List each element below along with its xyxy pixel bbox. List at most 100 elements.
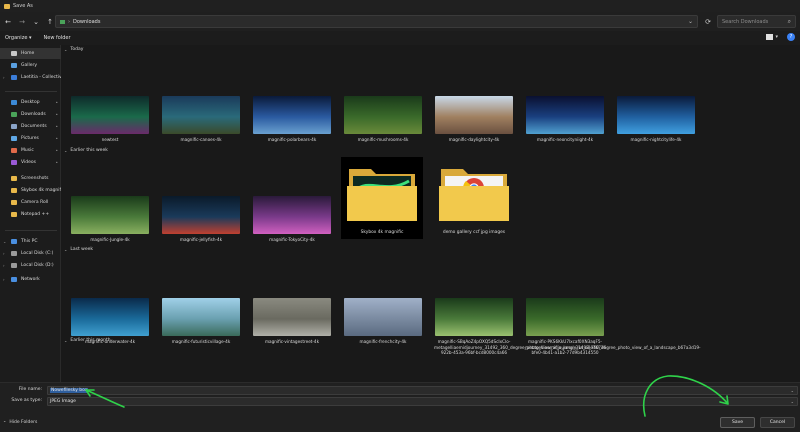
organize-button[interactable]: Organize ▾ — [5, 35, 32, 41]
expand-chevron-icon[interactable]: › — [3, 251, 5, 256]
file-name-input[interactable]: Nowefilesky box ⌄ — [47, 386, 798, 395]
image-thumbnail — [253, 298, 331, 336]
chevron-up-icon: ⌃ — [3, 420, 7, 425]
breadcrumb-downloads[interactable]: Downloads — [73, 19, 100, 25]
new-folder-button[interactable]: New folder — [44, 35, 71, 41]
expand-chevron-icon[interactable]: › — [3, 75, 5, 80]
camera-roll-icon — [11, 200, 17, 205]
sidebar-item-music[interactable]: Music • — [0, 145, 61, 156]
save-panel: File name: Nowefilesky box ⌄ Save as typ… — [0, 382, 800, 432]
file-name: magnific-neoncityniight-4k — [536, 137, 594, 142]
sidebar-item-desktop[interactable]: Desktop • — [0, 97, 61, 108]
sidebar-item-home[interactable]: Home — [0, 48, 61, 59]
sidebar-item-pictures[interactable]: Pictures • — [0, 133, 61, 144]
pictures-icon — [11, 136, 17, 141]
image-thumbnail — [435, 96, 513, 134]
image-thumbnail — [71, 96, 149, 134]
save-type-select[interactable]: JPEG Image ⌄ — [47, 397, 798, 406]
group-header[interactable]: ⌄ Today — [64, 47, 83, 52]
sidebar-item-downloads[interactable]: Downloads • — [0, 109, 61, 120]
save-type-chevron-icon: ⌄ — [790, 399, 794, 404]
back-arrow-icon[interactable]: ← — [2, 16, 14, 28]
sidebar-item-onedrive[interactable]: › Laetitia - Collectivi — [0, 72, 61, 83]
chevron-down-icon: ⌄ — [64, 148, 68, 153]
help-icon[interactable]: ? — [787, 33, 795, 41]
view-options-button[interactable]: ▾ — [766, 34, 778, 40]
sidebar-item-documents[interactable]: Documents • — [0, 121, 61, 132]
file-name: magnific-TokyoCity-4k — [269, 237, 315, 242]
breadcrumb-separator: › — [68, 18, 70, 25]
navigation-pane: Home Gallery › Laetitia - Collectivi Desktop… — [0, 45, 61, 382]
sidebar-item-local-disk-d[interactable]: › Local Disk (D:) — [0, 260, 61, 271]
file-name: magnific-frenchcity-4k — [359, 339, 407, 344]
image-thumbnail — [526, 298, 604, 336]
group-header[interactable]: ⌄ Last week — [64, 247, 93, 252]
sidebar-item-label: Home — [21, 51, 35, 56]
recent-locations-chevron-icon[interactable]: ⌄ — [30, 16, 42, 28]
onedrive-icon — [11, 75, 17, 80]
expand-chevron-icon[interactable]: ⌄ — [3, 239, 6, 244]
sidebar-item-label: Pictures — [21, 136, 39, 141]
sidebar-item-network[interactable]: › Network — [0, 274, 61, 285]
local-disk-d-icon — [11, 263, 17, 268]
folder-item[interactable]: demo gallery ccf jpg images — [433, 157, 515, 239]
sidebar-item-gallery[interactable]: Gallery — [0, 60, 61, 71]
file-name: magnific-Jungle-4k — [90, 237, 130, 242]
sidebar-item-label: Laetitia - Collectivi — [21, 75, 61, 80]
expand-chevron-icon[interactable]: › — [3, 277, 5, 282]
forward-arrow-icon[interactable]: → — [16, 16, 28, 28]
sidebar-item-videos[interactable]: Videos • — [0, 157, 61, 168]
command-toolbar: Organize ▾ New folder ▾ ? — [0, 31, 800, 45]
group-header[interactable]: ⌄ Earlier this week — [64, 148, 108, 153]
chevron-down-icon: ⌄ — [64, 247, 68, 252]
pin-icon: • — [55, 112, 58, 117]
screenshots-icon — [11, 176, 17, 181]
address-bar[interactable]: › Downloads ⌄ — [55, 15, 698, 28]
folder-icon — [439, 169, 509, 221]
sidebar-item-this-pc[interactable]: ⌄ This PC — [0, 236, 61, 247]
window-title: Save As — [13, 3, 33, 9]
file-name: magnific-SBqAoZ4pOXQ5dScIxClo-metagellia… — [434, 339, 608, 355]
sidebar-item-camera-roll[interactable]: Camera Roll — [0, 197, 61, 208]
group-label: Today — [70, 47, 84, 52]
file-name-dropdown-chevron-icon[interactable]: ⌄ — [791, 388, 794, 393]
image-thumbnail — [526, 96, 604, 134]
sidebar-item-label: Gallery — [21, 63, 38, 68]
search-input[interactable]: Search Downloads ⌕ — [717, 15, 796, 28]
expand-chevron-icon[interactable]: › — [3, 263, 5, 268]
image-thumbnail — [253, 96, 331, 134]
image-thumbnail — [253, 196, 331, 234]
image-thumbnail — [344, 96, 422, 134]
downloads-folder-icon — [60, 19, 65, 24]
cancel-button[interactable]: Cancel — [760, 417, 795, 428]
this-pc-icon — [11, 239, 17, 244]
file-name: magnific-futuristicvillage-4k — [171, 339, 231, 344]
documents-icon — [11, 124, 17, 129]
save-button[interactable]: Save — [720, 417, 755, 428]
hide-folders-button[interactable]: ⌃ Hide Folders — [3, 420, 37, 425]
refresh-icon[interactable]: ⟳ — [702, 15, 714, 28]
save-type-value: JPEG Image — [50, 399, 76, 404]
sidebar-item-label: Local Disk (C:) — [21, 251, 54, 256]
sidebar-item-label: Network — [21, 277, 40, 282]
sidebar-item-label: Camera Roll — [21, 200, 49, 205]
sidebar-item-label: Skybox 4k magnific — [21, 188, 61, 193]
sidebar-item-local-disk-c[interactable]: › Local Disk (C:) — [0, 248, 61, 259]
folder-item[interactable]: Skybox 4k magnific — [341, 157, 423, 239]
sidebar-item-label: Desktop — [21, 100, 40, 105]
sidebar-item-notepad[interactable]: Notepad ++ — [0, 209, 61, 220]
pin-icon: • — [55, 124, 58, 129]
file-name: magnific-mushrooms-4k — [357, 137, 409, 142]
network-icon — [11, 277, 17, 282]
sidebar-item-label: Music — [21, 148, 34, 153]
sidebar-item-skybox[interactable]: Skybox 4k magnific — [0, 185, 61, 196]
image-thumbnail — [162, 96, 240, 134]
sidebar-item-screenshots[interactable]: Screenshots — [0, 173, 61, 184]
file-name: magnific-daylightcity-4k — [448, 137, 500, 142]
local-disk-c-icon — [11, 251, 17, 256]
videos-icon — [11, 160, 17, 165]
address-history-chevron-icon[interactable]: ⌄ — [688, 18, 693, 25]
file-name: magnific-polarbears-4k — [267, 137, 317, 142]
save-type-label: Save as type: — [11, 398, 42, 403]
downloads-icon — [11, 112, 17, 117]
